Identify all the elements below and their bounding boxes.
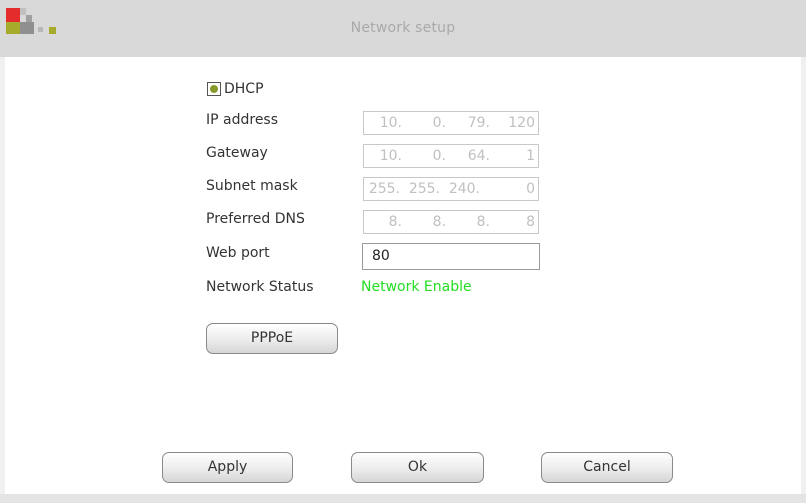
preferred-dns-label: Preferred DNS: [206, 211, 305, 227]
window-title: Network setup: [350, 20, 456, 36]
left-edge: [0, 57, 5, 494]
ip-octet-4: 120: [508, 115, 535, 131]
gateway-octet-3: 64.: [467, 148, 490, 164]
ok-button[interactable]: Ok: [351, 452, 484, 483]
cancel-button[interactable]: Cancel: [541, 452, 673, 483]
web-port-label: Web port: [206, 245, 270, 261]
subnet-mask-label: Subnet mask: [206, 178, 298, 194]
subnet-octet-2: 255.: [408, 181, 440, 197]
subnet-octet-4: 0: [526, 181, 535, 197]
network-status-value: Network Enable: [361, 279, 472, 295]
dns-octet-3: 8.: [476, 214, 490, 230]
title-bar: Network setup: [0, 0, 806, 57]
right-edge: [801, 57, 806, 494]
subnet-mask-field[interactable]: 255. 255. 240. 0: [363, 177, 539, 201]
web-port-input[interactable]: 80: [362, 243, 540, 270]
preferred-dns-field[interactable]: 8. 8. 8. 8: [363, 210, 539, 234]
subnet-octet-3: 240.: [448, 181, 480, 197]
pppoe-button[interactable]: PPPoE: [206, 323, 338, 354]
bottom-border: [0, 494, 806, 503]
gateway-octet-2: 0.: [432, 148, 446, 164]
ip-octet-3: 79.: [467, 115, 490, 131]
dhcp-checkbox[interactable]: [207, 82, 221, 96]
dhcp-option[interactable]: DHCP: [207, 80, 264, 98]
dns-octet-4: 8: [526, 214, 535, 230]
dns-octet-2: 8.: [432, 214, 446, 230]
network-status-label: Network Status: [206, 279, 314, 295]
ip-address-label: IP address: [206, 112, 279, 128]
ip-address-field[interactable]: 10. 0. 79. 120: [363, 111, 539, 135]
gateway-label: Gateway: [206, 145, 268, 161]
ip-octet-1: 10.: [379, 115, 402, 131]
gateway-octet-4: 1: [526, 148, 535, 164]
dhcp-label: DHCP: [224, 81, 264, 97]
apply-button[interactable]: Apply: [162, 452, 293, 483]
subnet-octet-1: 255.: [368, 181, 400, 197]
network-setup-window: Network setup DHCP IP address 10. 0. 79.…: [0, 0, 806, 503]
gateway-field[interactable]: 10. 0. 64. 1: [363, 144, 539, 168]
dns-octet-1: 8.: [388, 214, 402, 230]
ip-octet-2: 0.: [432, 115, 446, 131]
gateway-octet-1: 10.: [379, 148, 402, 164]
checked-dot-icon: [210, 85, 218, 93]
